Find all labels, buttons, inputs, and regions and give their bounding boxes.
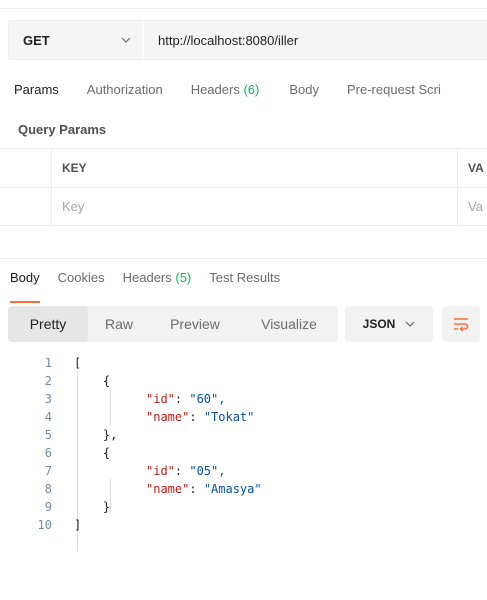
code-line: 2 { (0, 372, 487, 390)
json-key: "name" (146, 482, 190, 496)
json-value: "Tokat" (203, 410, 255, 424)
code-line: 9 } (0, 498, 487, 516)
code-line: 7 "id": "05", (0, 462, 487, 480)
query-params-table: KEY VA Key Va (0, 148, 487, 226)
request-bar: GET http://localhost:8080/iller (8, 20, 487, 60)
format-pretty-button[interactable]: Pretty (8, 306, 88, 342)
tab-cookies-label: Cookies (57, 270, 105, 285)
request-tabs: Params Authorization Headers (6) Body Pr… (0, 82, 487, 106)
response-tabs: Body Cookies Headers (5) Test Results (0, 270, 487, 303)
line-number: 4 (44, 410, 52, 424)
value-placeholder: Va (468, 199, 483, 214)
tab-authorization[interactable]: Authorization (87, 82, 163, 106)
tab-response-headers[interactable]: Headers (5) (123, 270, 192, 294)
headers-count-badge: (6) (243, 82, 260, 97)
tab-body[interactable]: Body (289, 82, 319, 106)
tab-params-label: Params (14, 82, 59, 97)
tab-headers[interactable]: Headers (6) (191, 82, 260, 106)
tab-cookies[interactable]: Cookies (58, 270, 105, 294)
method-select[interactable]: GET (9, 21, 144, 59)
format-preview-button[interactable]: Preview (150, 306, 240, 342)
response-headers-count-badge: (5) (175, 270, 192, 285)
top-divider (0, 8, 487, 9)
line-number: 1 (44, 356, 52, 370)
checkbox-column (0, 149, 52, 187)
format-raw-button[interactable]: Raw (88, 306, 150, 342)
line-number: 10 (37, 518, 52, 532)
line-number: 5 (44, 428, 52, 442)
wrap-lines-icon (454, 318, 469, 332)
code-text: } (74, 500, 111, 514)
code-text: { (74, 446, 111, 460)
json-value: "Amasya" (203, 482, 262, 496)
code-text: { (74, 374, 111, 388)
key-input[interactable]: Key (52, 188, 458, 225)
key-header-label: KEY (62, 161, 87, 175)
line-number: 9 (44, 500, 52, 514)
code-text: [ (74, 356, 82, 370)
line-number: 2 (44, 374, 52, 388)
tab-body-label: Body (289, 82, 319, 97)
tab-pre-request-script[interactable]: Pre-request Scri (347, 82, 441, 106)
tab-response-body-label: Body (10, 270, 40, 285)
code-line: 1[ (0, 354, 487, 372)
code-line: 3 "id": "60", (0, 390, 487, 408)
tab-headers-label: Headers (190, 82, 240, 97)
table-header-row: KEY VA (0, 148, 487, 187)
chevron-down-icon (121, 37, 131, 43)
wrap-lines-button[interactable] (442, 306, 480, 342)
tab-test-results-label: Test Results (209, 270, 281, 285)
value-header-label: VA (468, 161, 484, 175)
key-column-header: KEY (52, 149, 458, 187)
row-checkbox-cell (0, 188, 52, 225)
value-column-header: VA (458, 149, 487, 187)
code-text: "id": "05", (146, 464, 226, 478)
code-line: 10] (0, 516, 487, 534)
tab-response-headers-label: Headers (122, 270, 172, 285)
tab-params[interactable]: Params (14, 82, 59, 106)
response-body-code[interactable]: 1[ 2 { 3 "id": "60", 4 "name": "Tokat" 5 }… (0, 354, 487, 534)
code-line: 6 { (0, 444, 487, 462)
json-key: "id" (146, 392, 175, 406)
line-number: 7 (44, 464, 52, 478)
code-line: 8 "name": "Amasya" (0, 480, 487, 498)
json-value: "05", (189, 464, 226, 478)
json-select-label: JSON (362, 317, 396, 331)
json-format-select[interactable]: JSON (345, 306, 433, 342)
url-input[interactable]: http://localhost:8080/iller (144, 33, 298, 48)
table-row: Key Va (0, 187, 487, 226)
json-key: "id" (146, 464, 175, 478)
tab-test-results[interactable]: Test Results (209, 270, 280, 294)
code-text: }, (74, 428, 118, 442)
code-line: 4 "name": "Tokat" (0, 408, 487, 426)
code-text: ] (74, 518, 82, 532)
tab-authorization-label: Authorization (86, 82, 163, 97)
chevron-down-icon (405, 321, 415, 327)
line-number: 3 (44, 392, 52, 406)
json-value: "60", (189, 392, 226, 406)
format-toolbar: Pretty Raw Preview Visualize (8, 306, 338, 342)
value-input[interactable]: Va (458, 188, 487, 225)
tab-pre-request-label: Pre-request Scri (346, 82, 441, 97)
code-text: "name": "Amasya" (146, 482, 262, 496)
line-number: 8 (44, 482, 52, 496)
method-label: GET (23, 32, 50, 48)
query-params-title: Query Params (18, 122, 107, 137)
json-key: "name" (146, 410, 190, 424)
code-line: 5 }, (0, 426, 487, 444)
key-placeholder: Key (62, 199, 85, 214)
code-text: "id": "60", (146, 392, 226, 406)
code-text: "name": "Tokat" (146, 410, 255, 424)
tab-response-body[interactable]: Body (10, 270, 40, 303)
pane-divider[interactable] (0, 258, 487, 259)
line-number: 6 (44, 446, 52, 460)
format-visualize-button[interactable]: Visualize (240, 306, 338, 342)
